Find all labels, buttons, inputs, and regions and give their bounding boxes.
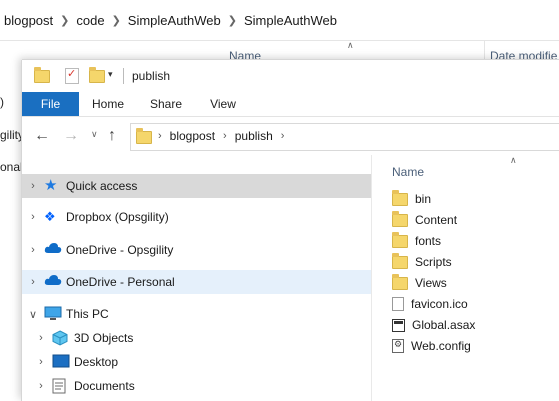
documents-icon [52,378,70,394]
chevron-right-icon: ❯ [111,14,121,27]
nav-item-3d-objects[interactable]: › 3D Objects [22,326,379,350]
forward-arrow-icon[interactable]: → [63,127,79,145]
file-name: favicon.ico [411,297,468,311]
breadcrumb-blogpost[interactable]: blogpost [170,129,215,143]
bg-nav-fragment: gility [0,128,25,142]
up-arrow-icon[interactable]: ↑ [108,127,116,145]
cloud-icon [44,242,62,258]
list-item[interactable]: favicon.ico [392,294,468,314]
new-folder-icon[interactable] [89,67,105,83]
title-bar: ▾ publish [22,60,559,92]
column-header-name[interactable]: Name [392,165,424,179]
title-divider [123,68,124,84]
nav-item-this-pc[interactable]: ∨ This PC [22,302,371,326]
folder-icon [136,128,152,144]
sort-up-icon: ∧ [510,155,517,165]
star-icon: ★ [44,177,58,194]
sort-up-icon: ∧ [347,40,354,50]
list-item[interactable]: Content [392,210,457,230]
chevron-right-icon[interactable]: › [158,130,170,142]
nav-item-onedrive-personal[interactable]: › OneDrive - Personal [22,270,371,294]
nav-item-quick-access[interactable]: › ★ Quick access [22,174,371,198]
list-item[interactable]: Web.config [392,336,471,356]
file-name: Content [415,213,458,227]
chevron-right-icon[interactable]: › [22,180,44,192]
navigation-pane: › ★ Quick access › ❖ Dropbox (Opsgility)… [22,160,371,401]
file-name: fonts [415,234,442,248]
file-name: Web.config [411,339,471,353]
file-name: bin [415,192,432,206]
file-name: Scripts [415,255,452,269]
address-input[interactable]: › blogpost › publish › [130,123,559,151]
ribbon-tabs: File Home Share View [22,92,559,117]
nav-item-label: Quick access [66,179,138,193]
asax-file-icon [392,318,405,332]
nav-item-label: Documents [74,379,135,393]
folder-icon [392,273,408,290]
folder-icon [392,210,408,227]
favicon-file-icon [392,297,404,311]
nav-item-label: OneDrive - Opsgility [66,243,174,257]
chevron-right-icon: ❯ [227,14,237,27]
list-item[interactable]: fonts [392,231,441,251]
chevron-right-icon[interactable]: › [30,356,52,368]
background-breadcrumb[interactable]: blogpost ❯ code ❯ SimpleAuthWeb ❯ Simple… [0,0,559,41]
config-file-icon [392,339,404,353]
chevron-right-icon[interactable]: › [30,380,52,392]
desktop-icon [52,354,70,370]
list-item[interactable]: Scripts [392,252,452,272]
properties-icon[interactable] [65,67,79,84]
folder-icon [392,189,408,206]
back-arrow-icon[interactable]: ← [34,127,50,145]
cube-icon [52,330,70,346]
file-list: ∧ Name bin Content fonts Scripts Views f… [372,155,559,401]
tab-file[interactable]: File [22,92,79,116]
nav-item-label: Desktop [74,355,119,369]
nav-item-label: OneDrive - Personal [66,275,175,289]
breadcrumb[interactable]: › blogpost › publish › [158,129,292,143]
dropbox-icon: ❖ [44,209,56,224]
breadcrumb-publish[interactable]: publish [235,129,273,143]
bg-nav-fragment: onal [0,160,23,174]
nav-item-documents[interactable]: › Documents [22,374,379,398]
chevron-right-icon[interactable]: › [273,130,293,142]
folder-icon [34,67,50,83]
folder-icon [392,231,408,248]
bg-breadcrumb-simpleauthweb-2[interactable]: SimpleAuthWeb [240,13,341,28]
file-name: Global.asax [412,318,476,332]
chevron-right-icon[interactable]: › [22,244,44,256]
list-item[interactable]: Global.asax [392,315,475,335]
tab-view[interactable]: View [198,92,248,116]
nav-item-label: Dropbox (Opsgility) [66,210,169,224]
window-title: publish [132,69,171,83]
chevron-right-icon: ❯ [60,14,70,27]
recent-locations-icon[interactable]: ∨ [91,129,98,140]
list-item[interactable]: Views [392,273,447,293]
explorer-window: ▾ publish File Home Share View ← → ∨ ↑ ›… [22,60,559,401]
computer-icon [44,306,62,322]
nav-item-label: This PC [66,307,109,321]
nav-item-onedrive-opsgility[interactable]: › OneDrive - Opsgility [22,238,371,262]
tab-home[interactable]: Home [82,92,134,116]
bg-breadcrumb-blogpost[interactable]: blogpost [0,13,57,28]
address-bar-row: ← → ∨ ↑ › blogpost › publish › [22,117,559,155]
cloud-icon [44,274,62,290]
list-item[interactable]: bin [392,189,431,209]
folder-icon [392,252,408,269]
chevron-right-icon[interactable]: › [215,130,235,142]
chevron-right-icon[interactable]: › [22,211,44,223]
chevron-right-icon[interactable]: › [30,332,52,344]
file-name: Views [415,276,447,290]
nav-item-dropbox[interactable]: › ❖ Dropbox (Opsgility) [22,205,371,229]
nav-item-label: 3D Objects [74,331,134,345]
bg-nav-fragment: ) [0,95,4,109]
bg-breadcrumb-code[interactable]: code [72,13,108,28]
chevron-right-icon[interactable]: › [22,276,44,288]
customize-dropdown-icon[interactable]: ▾ [108,69,113,80]
chevron-down-icon[interactable]: ∨ [22,308,44,321]
bg-breadcrumb-simpleauthweb[interactable]: SimpleAuthWeb [124,13,225,28]
tab-share[interactable]: Share [140,92,192,116]
nav-item-desktop[interactable]: › Desktop [22,350,379,374]
